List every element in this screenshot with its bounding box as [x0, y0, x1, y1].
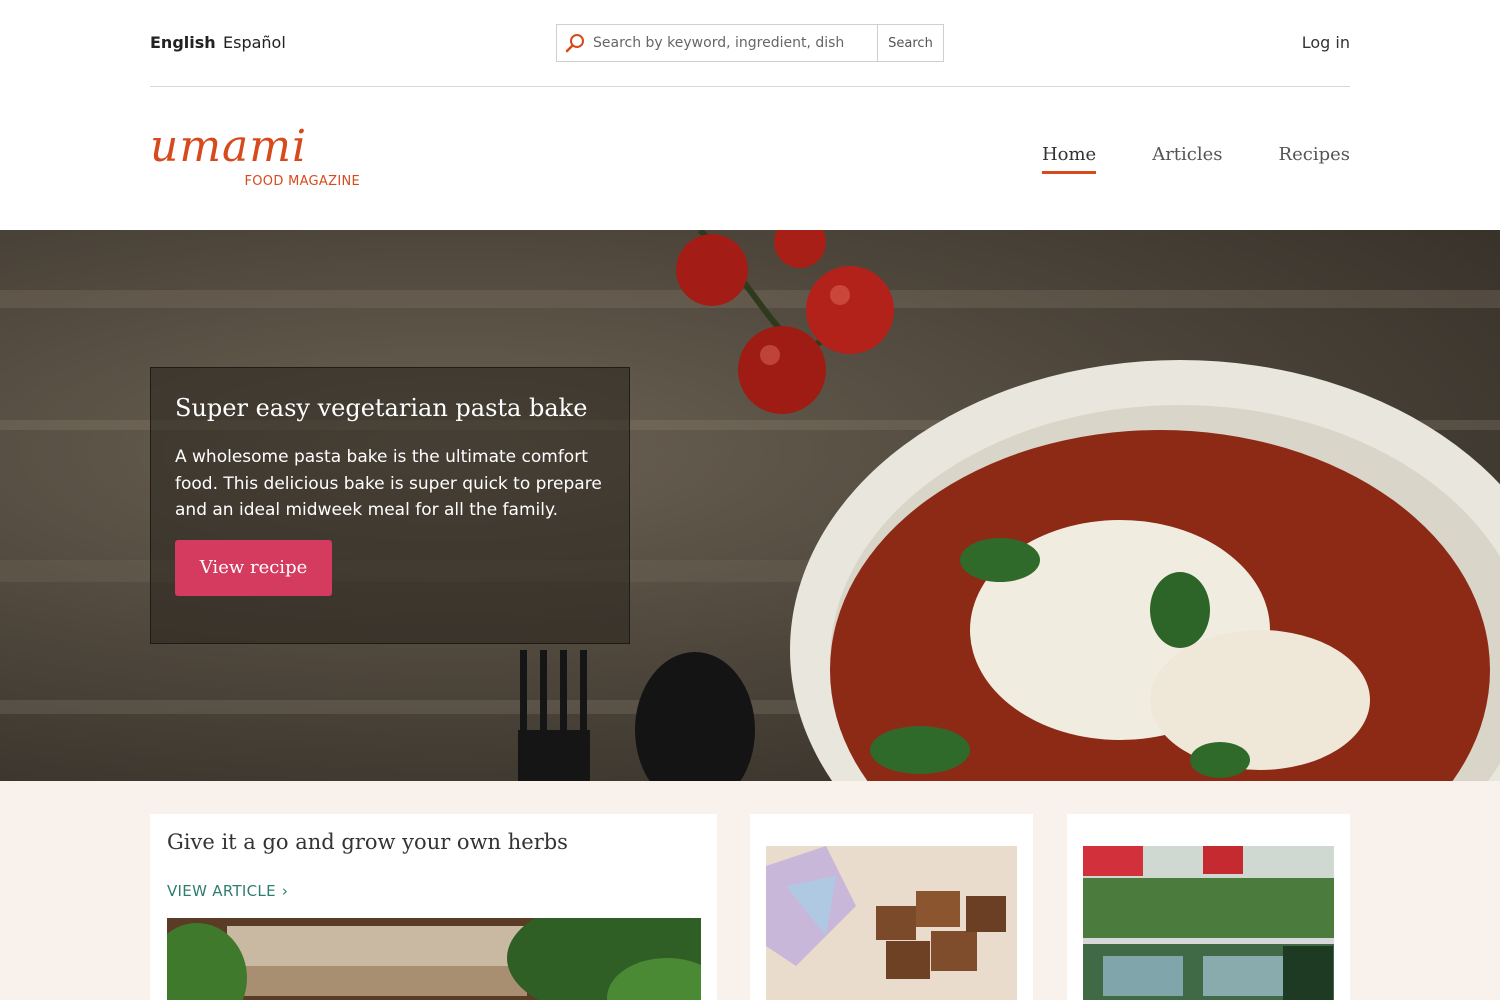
logo-subtitle: FOOD MAGAZINE: [244, 174, 360, 189]
search-button[interactable]: Search: [877, 25, 943, 61]
hero-banner: Super easy vegetarian pasta bake A whole…: [0, 230, 1500, 781]
language-english-link[interactable]: English: [150, 33, 216, 52]
nav-recipes[interactable]: Recipes: [1279, 144, 1350, 174]
site-header: umami FOOD MAGAZINE Home Articles Recipe…: [150, 88, 1350, 230]
herbs-image: [167, 918, 701, 1000]
view-article-link[interactable]: VIEW ARTICLE ›: [167, 882, 288, 900]
hero-description: A wholesome pasta bake is the ultimate c…: [175, 447, 602, 520]
logo-wordmark: umami: [150, 121, 308, 172]
card-title: Give it a go and grow your own herbs: [167, 830, 568, 854]
article-card-chocolate[interactable]: [750, 814, 1033, 1000]
nav-home[interactable]: Home: [1041, 144, 1097, 174]
view-article-label: VIEW ARTICLE: [167, 882, 276, 900]
article-card-herbs[interactable]: Give it a go and grow your own herbs VIE…: [150, 814, 717, 1000]
featured-section: Give it a go and grow your own herbs VIE…: [0, 781, 1500, 1000]
vegetables-image: [1083, 846, 1334, 1000]
chocolate-image: [766, 846, 1017, 1000]
article-card-vegetables[interactable]: [1067, 814, 1350, 1000]
login-link[interactable]: Log in: [1302, 33, 1350, 52]
language-spanish-link[interactable]: Español: [223, 33, 286, 52]
hero-title: Super easy vegetarian pasta bake: [175, 394, 588, 422]
umami-logo[interactable]: umami FOOD MAGAZINE: [150, 124, 360, 194]
search-input[interactable]: [593, 25, 877, 61]
search-icon: [557, 25, 593, 61]
top-bar: English Español Search Log in: [150, 0, 1350, 87]
search-form: Search: [556, 24, 944, 62]
chevron-right-icon: ›: [281, 882, 289, 900]
main-nav: Home Articles Recipes: [1041, 144, 1350, 174]
view-recipe-button[interactable]: View recipe: [175, 539, 332, 596]
hero-caption-box: Super easy vegetarian pasta bake A whole…: [150, 367, 630, 644]
nav-articles[interactable]: Articles: [1152, 144, 1222, 174]
